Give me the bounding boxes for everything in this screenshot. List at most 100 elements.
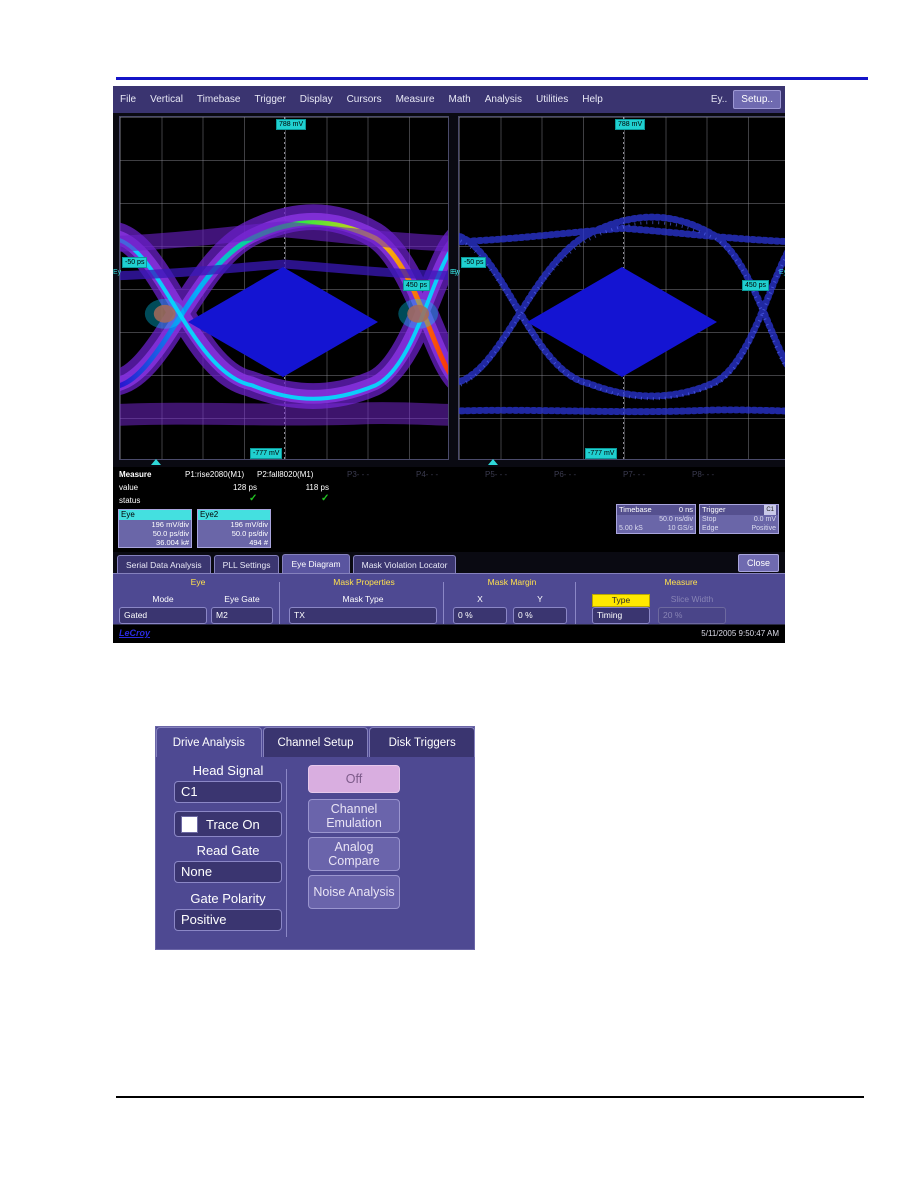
measure-col-p4-name[interactable]: P4- - - (416, 470, 438, 479)
section-title-eye: Eye (190, 577, 206, 587)
status-row-label: status (119, 496, 141, 505)
label-mode: Mode (152, 594, 174, 604)
measure-col-p8-name[interactable]: P8- - - (692, 470, 714, 479)
measure-col-p6-name[interactable]: P6- - - (554, 470, 576, 479)
menu-item-cursors[interactable]: Cursors (340, 94, 389, 105)
drive-analysis-dialog: Drive Analysis Channel Setup Disk Trigge… (155, 726, 476, 951)
checkbox-icon-trace-on[interactable] (181, 815, 198, 833)
lecroy-logo[interactable]: LeCroy (119, 628, 150, 638)
field-measure-type[interactable]: Timing (592, 607, 650, 624)
label-slice-width: Slice Width (670, 594, 714, 604)
checkbox-trace-on[interactable]: Trace On (174, 811, 282, 837)
menu-item-math[interactable]: Math (442, 94, 478, 105)
field-margin-y[interactable]: 0 % (513, 607, 567, 624)
timebase-title: Timebase (619, 505, 652, 514)
graticule-left[interactable] (119, 116, 449, 460)
tab-channel-setup[interactable]: Channel Setup (262, 727, 369, 757)
label-margin-y: Y (537, 594, 543, 604)
button-analog-compare[interactable]: Analog Compare (308, 837, 400, 871)
menu-item-measure[interactable]: Measure (389, 94, 442, 105)
trigger-state-row: Stop 0.0 mV (700, 515, 778, 524)
trigger-position-marker-right (488, 459, 498, 465)
timebase-memory-row: 5.00 kS 10 GS/s (617, 524, 695, 533)
checkbox-label-trace-on: Trace On (206, 816, 260, 832)
tab-drive-analysis[interactable]: Drive Analysis (156, 727, 262, 757)
measure-col-p2-name[interactable]: P2:fall8020(M1) (257, 470, 313, 479)
trigger-source-icon: C1 (764, 505, 776, 515)
drive-analysis-body: Head Signal C1 Trace On Read Gate None G… (156, 757, 476, 951)
marker-right-bottom[interactable]: -777 mV (585, 448, 618, 459)
trigger-type: Edge (702, 525, 719, 532)
trigger-title: Trigger (702, 505, 726, 514)
label-gate-polarity: Gate Polarity (190, 891, 266, 906)
trigger-slope: Positive (751, 525, 776, 532)
marker-left-top[interactable]: 788 mV (276, 119, 307, 130)
measure-col-p1-name[interactable]: P1:rise2080(M1) (185, 470, 244, 479)
page-top-rule (116, 77, 868, 80)
oscilloscope-screen: File Vertical Timebase Trigger Display C… (113, 86, 785, 643)
descriptor-eye2-line1: 196 mV/div (230, 520, 268, 529)
edge-label-left-a: Ey (113, 269, 122, 276)
menu-item-file[interactable]: File (113, 94, 143, 105)
field-read-gate[interactable]: None (174, 861, 282, 883)
tab-mask-violation-locator[interactable]: Mask Violation Locator (352, 555, 457, 574)
field-slice-width: 20 % (658, 607, 726, 624)
field-mode[interactable]: Gated (119, 607, 207, 624)
tab-disk-triggers[interactable]: Disk Triggers (369, 727, 476, 757)
timebase-box[interactable]: Timebase 0 ns 50.0 ns/div 5.00 kS 10 GS/… (616, 504, 696, 534)
field-margin-x[interactable]: 0 % (453, 607, 507, 624)
button-noise-analysis[interactable]: Noise Analysis (308, 875, 400, 909)
field-head-signal[interactable]: C1 (174, 781, 282, 803)
measure-col-p7-name[interactable]: P7- - - (623, 470, 645, 479)
menu-item-utilities[interactable]: Utilities (529, 94, 575, 105)
trigger-box[interactable]: Trigger C1 Stop 0.0 mV Edge Positive (699, 504, 779, 534)
menu-item-analysis[interactable]: Analysis (478, 94, 529, 105)
scope-menubar: File Vertical Timebase Trigger Display C… (113, 86, 785, 113)
measurement-table: Measure value status P1:rise2080(M1) 128… (113, 467, 785, 552)
timebase-memory: 5.00 kS (619, 525, 643, 532)
tab-eye-diagram[interactable]: Eye Diagram (282, 554, 350, 574)
timebase-delay: 0 ns (678, 505, 693, 514)
timebase-scale-row: 50.0 ns/div (617, 515, 695, 524)
field-mask-type[interactable]: TX (289, 607, 437, 624)
timestamp: 5/11/2005 9:50:47 AM (701, 629, 779, 638)
descriptor-eye2-line3: 494 # (249, 538, 268, 547)
button-off[interactable]: Off (308, 765, 400, 793)
edge-label-right-a: Ey (452, 269, 461, 276)
measure-col-p5-name[interactable]: P5- - - (485, 470, 507, 479)
marker-right-start[interactable]: -50 ps (461, 257, 487, 268)
field-eye-gate[interactable]: M2 (211, 607, 273, 624)
descriptor-eye[interactable]: Eye 196 mV/div 50.0 ps/div 36.004 k# (118, 509, 192, 548)
menu-item-trigger[interactable]: Trigger (247, 94, 292, 105)
label-head-signal: Head Signal (192, 763, 264, 778)
marker-left-bottom[interactable]: -777 mV (250, 448, 283, 459)
marker-left-start[interactable]: -50 ps (122, 257, 148, 268)
timebase-rate: 10 GS/s (667, 525, 693, 532)
marker-left-end[interactable]: 450 ps (403, 280, 431, 291)
marker-right-top[interactable]: 788 mV (615, 119, 646, 130)
descriptor-eye2-line2: 50.0 ps/div (231, 529, 268, 538)
drive-tab-row: Drive Analysis Channel Setup Disk Trigge… (156, 727, 476, 757)
menubar-eye-label[interactable]: Ey.. (705, 94, 733, 105)
descriptor-eye2[interactable]: Eye2 196 mV/div 50.0 ps/div 494 # (197, 509, 271, 548)
measure-col-p1-status: ✓ (249, 493, 258, 504)
menu-item-display[interactable]: Display (293, 94, 340, 105)
measure-col-p3-name[interactable]: P3- - - (347, 470, 369, 479)
close-button[interactable]: Close (737, 554, 779, 572)
menu-item-vertical[interactable]: Vertical (143, 94, 190, 105)
tab-serial-data-analysis[interactable]: Serial Data Analysis (117, 555, 211, 574)
button-channel-emulation[interactable]: Channel Emulation (308, 799, 400, 833)
tab-pll-settings[interactable]: PLL Settings (213, 555, 280, 574)
timebase-header: Timebase 0 ns (617, 505, 695, 515)
graticule-right[interactable] (458, 116, 785, 460)
marker-right-end[interactable]: 450 ps (742, 280, 770, 291)
trigger-position-marker-left (151, 459, 161, 465)
menu-item-help[interactable]: Help (575, 94, 610, 105)
value-row-label: value (119, 483, 139, 492)
setup-button[interactable]: Setup.. (733, 90, 781, 109)
scope-statusbar: LeCroy 5/11/2005 9:50:47 AM (113, 624, 785, 643)
descriptor-eye-line1: 196 mV/div (151, 520, 189, 529)
field-gate-polarity[interactable]: Positive (174, 909, 282, 931)
menu-item-timebase[interactable]: Timebase (190, 94, 248, 105)
descriptor-eye2-title: Eye2 (198, 510, 270, 520)
